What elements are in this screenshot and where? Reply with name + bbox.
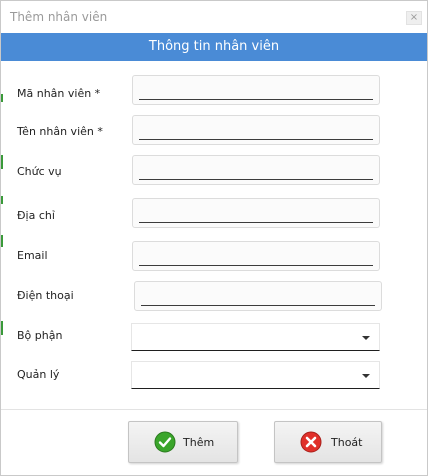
position-field[interactable] [132, 155, 380, 185]
form-header: Thông tin nhân viên [1, 33, 427, 61]
employee-id-field[interactable] [132, 75, 380, 105]
chevron-down-icon[interactable] [362, 336, 370, 340]
add-button[interactable]: Thêm [128, 421, 238, 463]
add-button-label: Thêm [183, 436, 215, 449]
department-label: Bộ phận [17, 329, 63, 342]
close-button[interactable]: × [406, 11, 422, 25]
background-edge-mark [1, 321, 3, 335]
manager-label: Quản lý [17, 368, 60, 381]
background-edge-mark [1, 155, 3, 169]
email-label: Email [17, 249, 48, 262]
exit-button-label: Thoát [331, 436, 363, 449]
field-underline [141, 305, 375, 306]
phone-label: Điện thoại [17, 289, 74, 302]
address-label: Địa chỉ [17, 209, 55, 222]
exit-button[interactable]: Thoát [274, 421, 382, 463]
x-circle-icon [300, 431, 322, 453]
chevron-down-icon[interactable] [362, 374, 370, 378]
employee-id-label: Mã nhân viên * [17, 87, 101, 100]
address-field[interactable] [132, 198, 380, 228]
department-dropdown[interactable] [131, 323, 380, 351]
manager-dropdown[interactable] [131, 361, 380, 389]
window-title: Thêm nhân viên [10, 10, 108, 24]
add-employee-dialog: Thêm nhân viên × Thông tin nhân viên Mã … [0, 0, 428, 476]
employee-name-label: Tên nhân viên * [17, 125, 103, 138]
field-underline [139, 139, 373, 140]
background-edge-mark [1, 94, 3, 102]
footer-divider [1, 409, 427, 410]
check-circle-icon [154, 431, 176, 453]
employee-name-field[interactable] [132, 115, 380, 145]
field-underline [139, 222, 373, 223]
field-underline [139, 99, 373, 100]
phone-field[interactable] [134, 281, 382, 311]
title-bar: Thêm nhân viên × [1, 1, 427, 33]
form-header-title: Thông tin nhân viên [148, 39, 280, 54]
email-field[interactable] [132, 241, 380, 271]
background-edge-mark [1, 235, 3, 247]
position-label: Chức vụ [17, 165, 62, 178]
background-edge-mark [1, 196, 3, 204]
field-underline [139, 179, 373, 180]
field-underline [139, 265, 373, 266]
